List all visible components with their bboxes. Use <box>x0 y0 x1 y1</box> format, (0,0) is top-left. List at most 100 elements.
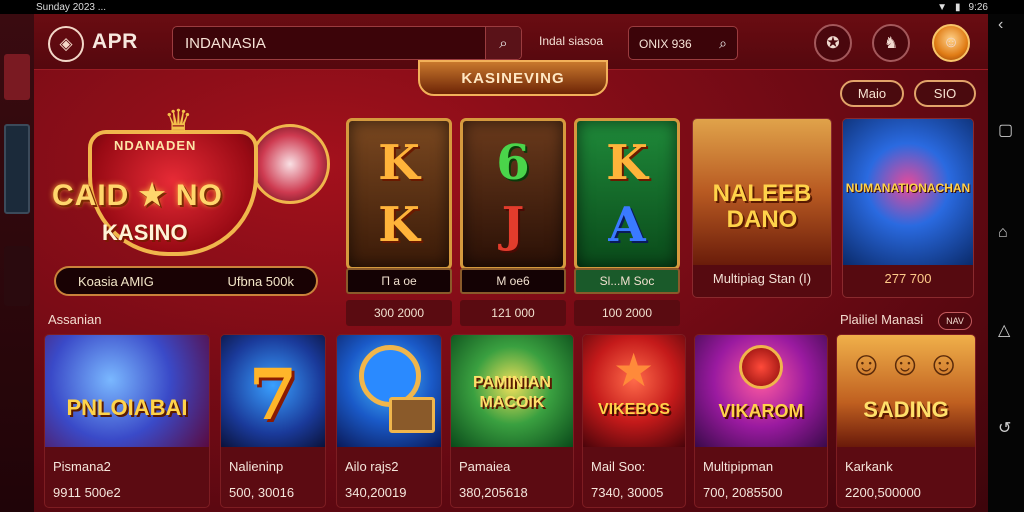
reel-symbol: A <box>608 197 646 253</box>
recents-icon[interactable]: ▢ <box>998 120 1013 140</box>
game-name: Pamaiea <box>459 459 511 474</box>
game-art-title: 7 <box>248 353 298 436</box>
slot-reel[interactable]: K K <box>346 118 452 270</box>
ball-icon <box>739 345 783 389</box>
game-art: ★ VIKEBOS <box>583 335 685 447</box>
avatar[interactable]: ☺ <box>932 24 970 62</box>
back-icon[interactable]: ‹ <box>998 16 1003 34</box>
logo-line-2: CAID ★ NO <box>52 179 223 212</box>
game-value: 340,20019 <box>345 485 407 500</box>
status-time: 9:26 <box>968 1 988 13</box>
game-art <box>337 335 441 447</box>
roulette-wheel-icon <box>250 124 330 204</box>
rotate-icon[interactable]: ↺ <box>998 418 1011 438</box>
featured-game-caption: 277 700 <box>884 271 932 286</box>
section-badge[interactable]: NAV <box>938 312 972 330</box>
game-value: 500, 30016 <box>229 485 295 500</box>
reel-label: Π a oe <box>346 268 452 294</box>
logo-icon[interactable]: ◈ <box>48 26 84 62</box>
reel-label: M oe6 <box>460 268 566 294</box>
pill-button-right[interactable]: SIO <box>914 80 976 107</box>
featured-game-card[interactable]: NALEEB DANO Multipiag Stan (I) <box>692 118 832 298</box>
search-input[interactable]: INDANASIA ⌕ <box>172 26 522 60</box>
game-value: 380,205618 <box>459 485 528 500</box>
game-art: PNLOIABAI <box>45 335 209 447</box>
reel-symbol: K <box>606 135 648 191</box>
game-card[interactable]: Ailo rajs2 340,20019 <box>336 334 442 508</box>
status-bar: Sunday 2023 ... ▼ ▮ 9:26 <box>0 0 1024 14</box>
characters-icon: ☺☺☺ <box>849 345 966 383</box>
game-art: PAMINIAN MACOIK <box>451 335 573 447</box>
game-card[interactable]: 7 Nalieninp 500, 30016 <box>220 334 326 508</box>
reel-symbol: J <box>501 197 525 253</box>
character-icon[interactable]: ♞ <box>872 24 910 62</box>
decor-block <box>4 54 30 100</box>
search-value: INDANASIA <box>185 35 266 52</box>
game-name: Pismana2 <box>53 459 111 474</box>
info-right: Ufbna 500k <box>227 273 295 289</box>
game-art-title: PNLOIABAI <box>66 395 188 420</box>
secondary-search-value: ONIX 936 <box>639 37 692 51</box>
game-art-title: VIKAROM <box>718 401 804 421</box>
casino-logo[interactable]: ♛ NDANADEN CAID ★ NO KASINO <box>44 102 330 272</box>
status-right: ▼ ▮ 9:26 <box>937 2 988 13</box>
reel-value: 121 000 <box>460 300 566 326</box>
star-icon: ★ <box>613 344 655 396</box>
game-name: Multipipman <box>703 459 774 474</box>
reel-symbol: 6 <box>496 135 530 191</box>
brand-name[interactable]: APR <box>92 30 138 54</box>
search-icon[interactable]: ⌕ <box>485 27 521 59</box>
home-icon[interactable]: ⌂ <box>998 224 1008 242</box>
crown-icon: ♛ <box>164 103 193 139</box>
pill-button-left[interactable]: Maio <box>840 80 904 107</box>
decor-machine <box>4 124 30 214</box>
section-label-right[interactable]: Plailiel Manasi <box>840 312 923 327</box>
game-card[interactable]: ★ VIKEBOS Mail Soo: 7340, 30005 <box>582 334 686 508</box>
game-art: ☺☺☺ SADING <box>837 335 975 447</box>
battery-icon: ▮ <box>955 1 961 13</box>
reel-value: 100 2000 <box>574 300 680 326</box>
game-value: 7340, 30005 <box>591 485 664 500</box>
featured-game-art: NALEEB DANO <box>693 119 831 265</box>
info-left: Koasia AMIG <box>78 273 154 289</box>
casino-info-bar[interactable]: Koasia AMIG Ufbna 500k <box>54 266 318 296</box>
wifi-icon: ▼ <box>937 1 948 13</box>
section-label-left: Assanian <box>48 312 102 327</box>
game-value: 700, 2085500 <box>703 485 783 500</box>
game-value: 2200,500000 <box>845 485 921 500</box>
casino-app: ◈ APR INDANASIA ⌕ Indal siasoa ONIX 936 … <box>34 14 988 512</box>
magnifier-icon[interactable]: ⌕ <box>719 35 727 52</box>
reel-symbol: K <box>378 135 420 191</box>
game-art: VIKAROM <box>695 335 827 447</box>
game-art-title: VIKEBOS <box>597 401 670 418</box>
game-name: Karkank <box>845 459 893 474</box>
featured-game-art-title: NUMANATIONACHAN <box>845 181 971 195</box>
game-name: Ailo rajs2 <box>345 459 399 474</box>
decor-block <box>4 246 30 306</box>
featured-game-art-title: NALEEB DANO <box>712 180 812 233</box>
game-art: 7 <box>221 335 325 447</box>
reel-value: 300 2000 <box>346 300 452 326</box>
chip-icon[interactable]: ✪ <box>814 24 852 62</box>
game-art-title: PAMINIAN MACOIK <box>473 374 551 411</box>
game-value: 9911 500e2 <box>53 485 121 500</box>
game-card[interactable]: ☺☺☺ SADING Karkank 2200,500000 <box>836 334 976 508</box>
android-nav-bar: ‹ ▢ ⌂ △ ↺ <box>988 14 1024 512</box>
language-label[interactable]: Indal siasoa <box>539 34 603 48</box>
chest-icon <box>389 397 435 433</box>
left-background-strip <box>0 14 34 512</box>
featured-game-caption: Multipiag Stan (I) <box>712 271 812 286</box>
nav-triangle-icon[interactable]: △ <box>998 320 1010 340</box>
game-card[interactable]: PNLOIABAI Pismana2 9911 500e2 <box>44 334 210 508</box>
game-card[interactable]: PAMINIAN MACOIK Pamaiea 380,205618 <box>450 334 574 508</box>
logo-line-1: NDANADEN <box>114 138 197 153</box>
game-card[interactable]: VIKAROM Multipipman 700, 2085500 <box>694 334 828 508</box>
slot-reel[interactable]: K A <box>574 118 680 270</box>
featured-game-card[interactable]: NUMANATIONACHAN 277 700 <box>842 118 974 298</box>
game-name: Nalieninp <box>229 459 284 474</box>
banner-title: KASINEVING <box>418 60 608 96</box>
secondary-search-input[interactable]: ONIX 936 ⌕ <box>628 26 738 60</box>
featured-game-art: NUMANATIONACHAN <box>843 119 973 265</box>
reel-label: Sl...M Soc <box>574 268 680 294</box>
slot-reel[interactable]: 6 J <box>460 118 566 270</box>
